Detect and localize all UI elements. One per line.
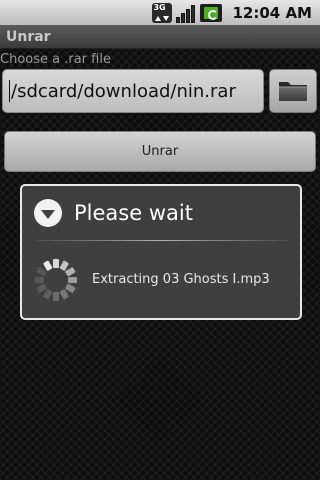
status-bar: 3G 12:04 AM [0,0,320,25]
screen: 3G 12:04 AM Unrar Choose a .rar file /sd… [0,0,320,480]
network-3g-icon: 3G [152,2,173,23]
file-path-input[interactable]: /sdcard/download/nin.rar [2,69,264,113]
alert-icon [34,199,62,227]
file-path-value: /sdcard/download/nin.rar [11,80,236,102]
choose-file-label: Choose a .rar file [0,52,111,67]
dialog-message: Extracting 03 Ghosts I.mp3 [92,272,270,287]
unrar-button[interactable]: Unrar [4,131,316,172]
clock: 12:04 AM [232,3,312,22]
spinner-icon [35,259,77,301]
progress-dialog: Please wait Extracting 03 Ghosts I.mp3 [20,184,302,320]
text-cursor [9,80,10,102]
battery-icon [200,3,223,22]
dialog-title: Please wait [74,201,193,225]
folder-icon [279,82,307,101]
dialog-header: Please wait [22,186,300,240]
title-bar: Unrar [0,25,320,49]
browse-folder-button[interactable] [269,69,317,113]
app-title: Unrar [6,28,51,45]
signal-icon [176,3,196,23]
dialog-divider [36,240,288,241]
